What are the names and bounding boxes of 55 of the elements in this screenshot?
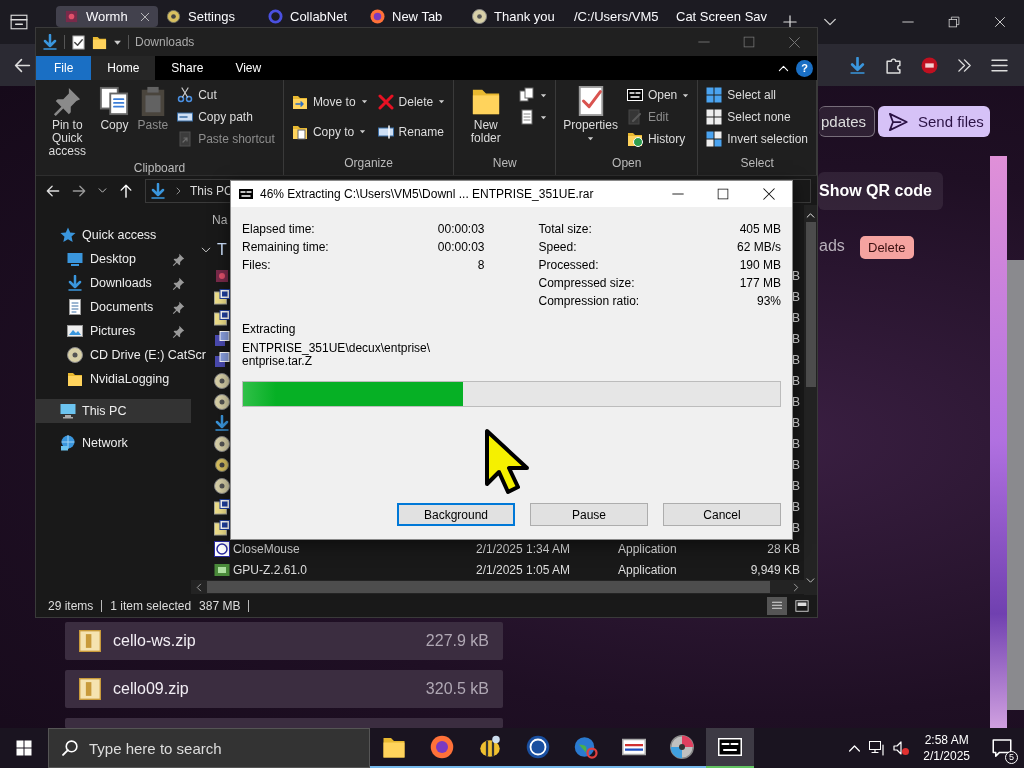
stat-label: Remaining time: bbox=[242, 240, 329, 254]
file-name: CloseMouse bbox=[232, 541, 301, 556]
item-count: 29 items bbox=[48, 599, 94, 613]
selection-size: 387 MB bbox=[199, 599, 241, 613]
file-size: B bbox=[791, 436, 800, 451]
file-type: Application bbox=[617, 541, 678, 556]
dialog-title: 46% Extracting C:\Users\VM5\Downl ... ENTPRISE_351UE.rar bbox=[260, 187, 594, 201]
file-size: B bbox=[791, 499, 800, 514]
file-size: B bbox=[791, 457, 800, 472]
file-size: B bbox=[791, 373, 800, 388]
file-size: B bbox=[791, 289, 800, 304]
selection-info: 1 item selected bbox=[110, 599, 192, 613]
stat-label: Files: bbox=[242, 258, 271, 272]
stat-value: 405 MB bbox=[739, 222, 781, 236]
file-size: B bbox=[791, 352, 800, 367]
stat-value: 00:00:03 bbox=[437, 240, 485, 254]
stat-label: Speed: bbox=[538, 240, 577, 254]
file-size: B bbox=[791, 310, 800, 325]
file-size: B bbox=[791, 520, 800, 535]
stat-value: 8 bbox=[477, 258, 485, 272]
file-size: 227.9 kB bbox=[425, 632, 489, 650]
stat-label: Compressed size: bbox=[538, 276, 635, 290]
group-label: Open bbox=[611, 155, 643, 172]
file-size: 9,949 KB bbox=[749, 562, 800, 577]
stat-value: 93% bbox=[756, 294, 781, 308]
file-size: 28 KB bbox=[766, 541, 800, 556]
status-label: Extracting bbox=[242, 322, 297, 336]
group-label: Organize bbox=[343, 155, 394, 172]
group-label: Clipboard bbox=[132, 160, 187, 176]
notification-badge: 5 bbox=[1005, 751, 1018, 764]
file-size: B bbox=[791, 415, 800, 430]
stat-label: Total size: bbox=[538, 222, 592, 236]
stat-label: Processed: bbox=[538, 258, 599, 272]
current-file: ENTPRISE_351UE\decux\entprise\ entprise.tar.Z bbox=[242, 342, 432, 368]
stat-label: Elapsed time: bbox=[242, 222, 315, 236]
file-name: cello09.zip bbox=[113, 680, 190, 698]
group-label: New bbox=[491, 155, 518, 172]
stat-value: 190 MB bbox=[739, 258, 781, 272]
file-size: 320.5 kB bbox=[425, 680, 489, 698]
file-name: cello-ws.zip bbox=[113, 632, 197, 650]
group-label: Select bbox=[739, 155, 775, 172]
window-title: Downloads bbox=[135, 35, 195, 49]
file-name: GPU-Z.2.61.0 bbox=[232, 562, 309, 577]
file-date: 2/1/2025 1:34 AM bbox=[475, 541, 572, 556]
file-size: B bbox=[791, 394, 800, 409]
section-title: ads bbox=[819, 237, 845, 255]
stat-value: 62 MB/s bbox=[737, 240, 781, 254]
stat-value: 00:00:03 bbox=[437, 222, 485, 236]
file-date: 2/1/2025 1:05 AM bbox=[475, 562, 572, 577]
stat-value: 177 MB bbox=[739, 276, 781, 290]
stat-label: Compression ratio: bbox=[538, 294, 640, 308]
file-size: B bbox=[791, 478, 800, 493]
file-size: B bbox=[791, 331, 800, 346]
file-size: B bbox=[791, 268, 800, 283]
file-type: Application bbox=[617, 562, 678, 577]
